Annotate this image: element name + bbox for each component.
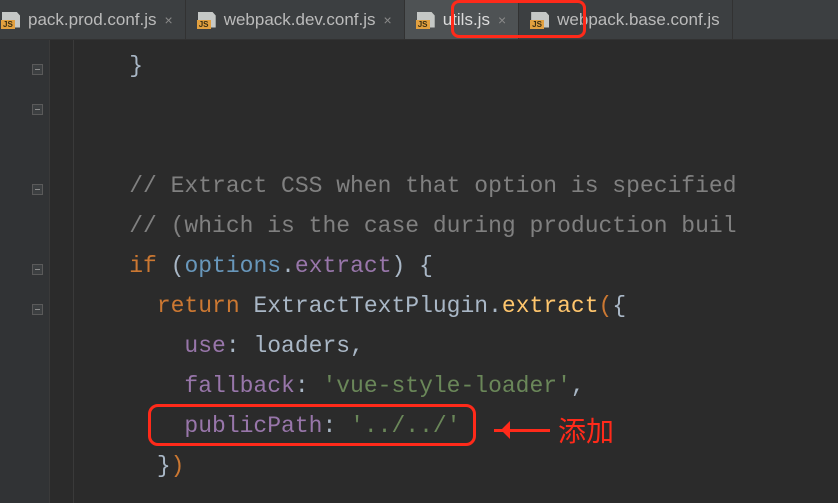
fold-toggle-icon[interactable] [32,104,43,115]
gutter-secondary [50,40,74,503]
code-line[interactable] [74,126,737,166]
code-line[interactable]: // Extract CSS when that option is speci… [74,166,737,206]
fold-toggle-icon[interactable] [32,64,43,75]
fold-toggle-icon[interactable] [32,304,43,315]
code-line[interactable]: fallback: 'vue-style-loader', [74,366,737,406]
code-content[interactable]: } // Extract CSS when that option is spe… [74,40,737,503]
js-file-icon [531,12,549,28]
code-line[interactable]: publicPath: '../../' [74,406,737,446]
arrow-icon [494,429,550,432]
code-line[interactable]: return ExtractTextPlugin.extract({ [74,286,737,326]
editor-tab[interactable]: webpack.dev.conf.js × [186,0,405,39]
editor-area: } // Extract CSS when that option is spe… [0,40,838,503]
annotation-arrow: 添加 [494,410,614,450]
gutter [0,40,50,503]
js-file-icon [198,12,216,28]
fold-toggle-icon[interactable] [32,264,43,275]
fold-toggle-icon[interactable] [32,184,43,195]
editor-tab-label: pack.prod.conf.js [28,10,157,30]
editor-tab[interactable]: utils.js × [405,0,519,39]
editor-tab[interactable]: pack.prod.conf.js × [0,0,186,39]
code-line[interactable] [74,86,737,126]
close-icon[interactable]: × [498,13,506,27]
fold-column [30,40,50,503]
js-file-icon [2,12,20,28]
close-icon[interactable]: × [384,13,392,27]
editor-tab-label: webpack.base.conf.js [557,10,720,30]
code-line[interactable]: use: loaders, [74,326,737,366]
annotation-label: 添加 [558,410,614,450]
code-line[interactable]: } [74,46,737,86]
code-line[interactable]: if (options.extract) { [74,246,737,286]
editor-tab-label: webpack.dev.conf.js [224,10,376,30]
editor-tab-label: utils.js [443,10,490,30]
code-line[interactable]: }) [74,446,737,486]
js-file-icon [417,12,435,28]
close-icon[interactable]: × [165,13,173,27]
code-line[interactable]: // (which is the case during production … [74,206,737,246]
editor-tab-bar: pack.prod.conf.js×webpack.dev.conf.js×ut… [0,0,838,40]
editor-tab[interactable]: webpack.base.conf.js [519,0,733,39]
